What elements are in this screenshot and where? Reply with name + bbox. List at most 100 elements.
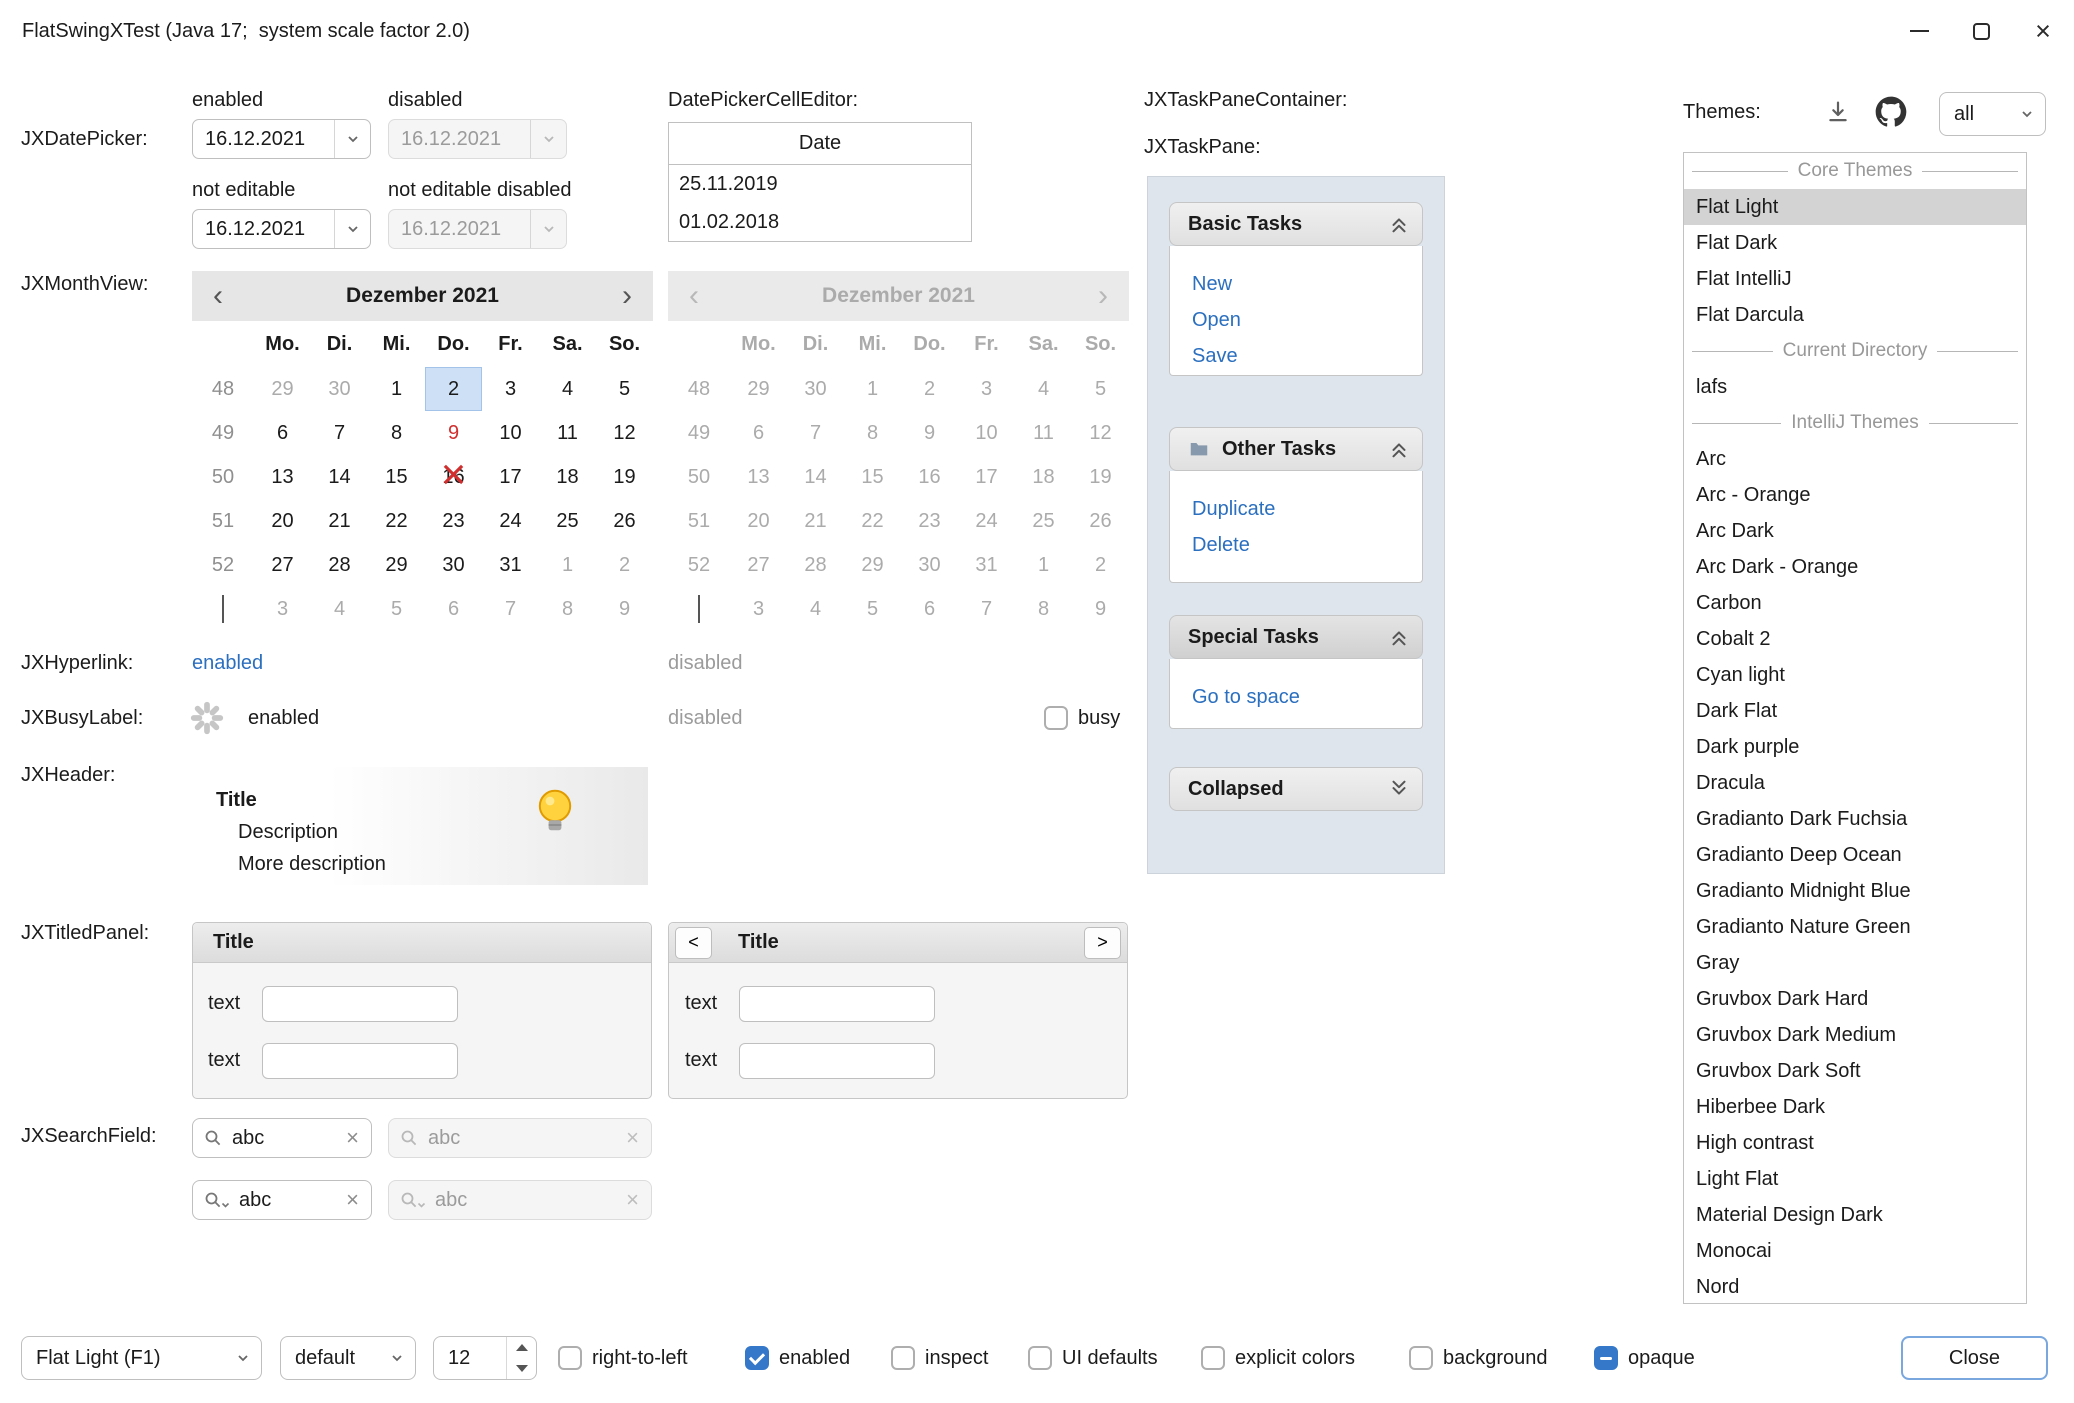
day-cell[interactable]: 23 (425, 499, 482, 543)
maximize-button[interactable] (1950, 0, 2012, 62)
day-cell[interactable]: 18 (539, 455, 596, 499)
day-cell[interactable]: 30 (311, 367, 368, 411)
themes-filter-combo[interactable]: all (1939, 92, 2046, 136)
search-input[interactable]: abc (223, 1127, 346, 1150)
taskpane-header[interactable]: Collapsed (1169, 767, 1423, 811)
theme-list-item[interactable]: Gradianto Dark Fuchsia (1684, 801, 2026, 837)
day-cell[interactable]: 20 (254, 499, 311, 543)
day-cell[interactable]: 24 (482, 499, 539, 543)
theme-list-item[interactable]: Arc (1684, 441, 2026, 477)
date-table-cell[interactable]: 01.02.2018 (669, 203, 971, 241)
day-cell[interactable]: 7 (311, 411, 368, 455)
day-cell[interactable]: 9 (596, 587, 653, 631)
theme-list-item[interactable]: Flat Light (1684, 189, 2026, 225)
text-input[interactable] (262, 1043, 458, 1079)
day-cell[interactable]: 1 (368, 367, 425, 411)
calendar-dropdown-button[interactable] (334, 210, 370, 248)
taskpane-header[interactable]: Other Tasks (1169, 427, 1423, 471)
search-input[interactable]: abc (230, 1189, 346, 1212)
theme-list-item[interactable]: Gray (1684, 945, 2026, 981)
day-cell[interactable]: 25 (539, 499, 596, 543)
day-cell[interactable]: 9 (425, 411, 482, 455)
day-cell[interactable]: 19 (596, 455, 653, 499)
next-month-icon[interactable]: › (601, 271, 653, 321)
expand-icon[interactable] (1388, 778, 1410, 800)
datepicker-enabled[interactable]: 16.12.2021 (192, 119, 371, 159)
theme-list-item[interactable]: Nord (1684, 1269, 2026, 1304)
theme-list-item[interactable]: High contrast (1684, 1125, 2026, 1161)
busy-checkbox[interactable] (1044, 706, 1068, 730)
taskpane-link[interactable]: Open (1170, 302, 1422, 338)
taskpane-link[interactable]: Go to space (1170, 679, 1422, 715)
taskpane-link[interactable]: Save (1170, 338, 1422, 374)
day-cell[interactable]: 17 (482, 455, 539, 499)
minimize-button[interactable] (1888, 0, 1950, 62)
day-cell[interactable]: 15 (368, 455, 425, 499)
search-field-with-menu-enabled[interactable]: abc × (192, 1180, 372, 1220)
day-cell[interactable]: 8 (539, 587, 596, 631)
collapse-icon[interactable] (1388, 438, 1410, 460)
taskpane-header[interactable]: Special Tasks (1169, 615, 1423, 659)
checkbox[interactable] (1028, 1346, 1052, 1370)
github-icon[interactable] (1872, 94, 1910, 130)
search-menu-icon[interactable] (203, 1190, 230, 1210)
day-cell[interactable]: 1 (539, 543, 596, 587)
theme-list-item[interactable]: Dracula (1684, 765, 2026, 801)
spinner-up-button[interactable] (507, 1337, 536, 1358)
calendar-dropdown-button[interactable] (334, 120, 370, 158)
taskpane-link[interactable]: Delete (1170, 527, 1422, 563)
day-cell[interactable]: 30 (425, 543, 482, 587)
collapse-icon[interactable] (1388, 213, 1410, 235)
day-cell[interactable]: 14 (311, 455, 368, 499)
theme-list-item[interactable]: Arc Dark - Orange (1684, 549, 2026, 585)
titledpanel-left-button[interactable]: < (675, 927, 712, 959)
taskpane-link[interactable]: New (1170, 266, 1422, 302)
theme-list-item[interactable]: Flat Dark (1684, 225, 2026, 261)
day-cell[interactable]: 8 (368, 411, 425, 455)
text-input[interactable] (262, 986, 458, 1022)
text-input[interactable] (739, 986, 935, 1022)
day-cell[interactable]: 10 (482, 411, 539, 455)
clear-search-icon[interactable]: × (346, 1189, 359, 1211)
theme-list-item[interactable]: Light Flat (1684, 1161, 2026, 1197)
day-cell[interactable]: 31 (482, 543, 539, 587)
spinner-down-button[interactable] (507, 1358, 536, 1379)
checkbox[interactable] (1201, 1346, 1225, 1370)
date-table-cell[interactable]: 25.11.2019 (669, 165, 971, 203)
theme-list-item[interactable]: Gradianto Midnight Blue (1684, 873, 2026, 909)
theme-list-item[interactable]: Arc - Orange (1684, 477, 2026, 513)
day-cell[interactable]: 6 (425, 587, 482, 631)
day-cell[interactable]: 5 (596, 367, 653, 411)
taskpane-link[interactable]: Duplicate (1170, 491, 1422, 527)
day-cell[interactable]: 4 (539, 367, 596, 411)
theme-list-item[interactable]: Dark purple (1684, 729, 2026, 765)
day-cell[interactable]: 5 (368, 587, 425, 631)
theme-list-item[interactable]: Flat IntelliJ (1684, 261, 2026, 297)
datepicker-not-editable[interactable]: 16.12.2021 (192, 209, 371, 249)
checkbox[interactable] (891, 1346, 915, 1370)
theme-list-item[interactable]: Gradianto Deep Ocean (1684, 837, 2026, 873)
datepicker-value[interactable]: 16.12.2021 (193, 128, 334, 151)
day-cell[interactable]: 28 (311, 543, 368, 587)
checkbox[interactable] (1409, 1346, 1433, 1370)
close-button[interactable]: Close (1901, 1336, 2048, 1380)
titledpanel-right-button[interactable]: > (1084, 927, 1121, 959)
prev-month-icon[interactable]: ‹ (192, 271, 244, 321)
date-column-header[interactable]: Date (669, 123, 971, 165)
theme-list-item[interactable]: Gruvbox Dark Soft (1684, 1053, 2026, 1089)
theme-list-item[interactable]: Gruvbox Dark Medium (1684, 1017, 2026, 1053)
day-cell[interactable]: 11 (539, 411, 596, 455)
day-cell[interactable]: 2 (425, 367, 482, 411)
day-cell[interactable]: 29 (254, 367, 311, 411)
day-cell[interactable]: 21 (311, 499, 368, 543)
spinner-value[interactable]: 12 (434, 1337, 506, 1379)
collapse-icon[interactable] (1388, 626, 1410, 648)
day-cell[interactable]: 26 (596, 499, 653, 543)
theme-list-item[interactable]: Dark Flat (1684, 693, 2026, 729)
close-window-button[interactable]: × (2012, 0, 2074, 62)
hyperlink-enabled[interactable]: enabled (192, 648, 263, 678)
day-cell[interactable]: 6 (254, 411, 311, 455)
taskpane-header[interactable]: Basic Tasks (1169, 202, 1423, 246)
theme-list-item[interactable]: Cyan light (1684, 657, 2026, 693)
day-cell[interactable]: 22 (368, 499, 425, 543)
